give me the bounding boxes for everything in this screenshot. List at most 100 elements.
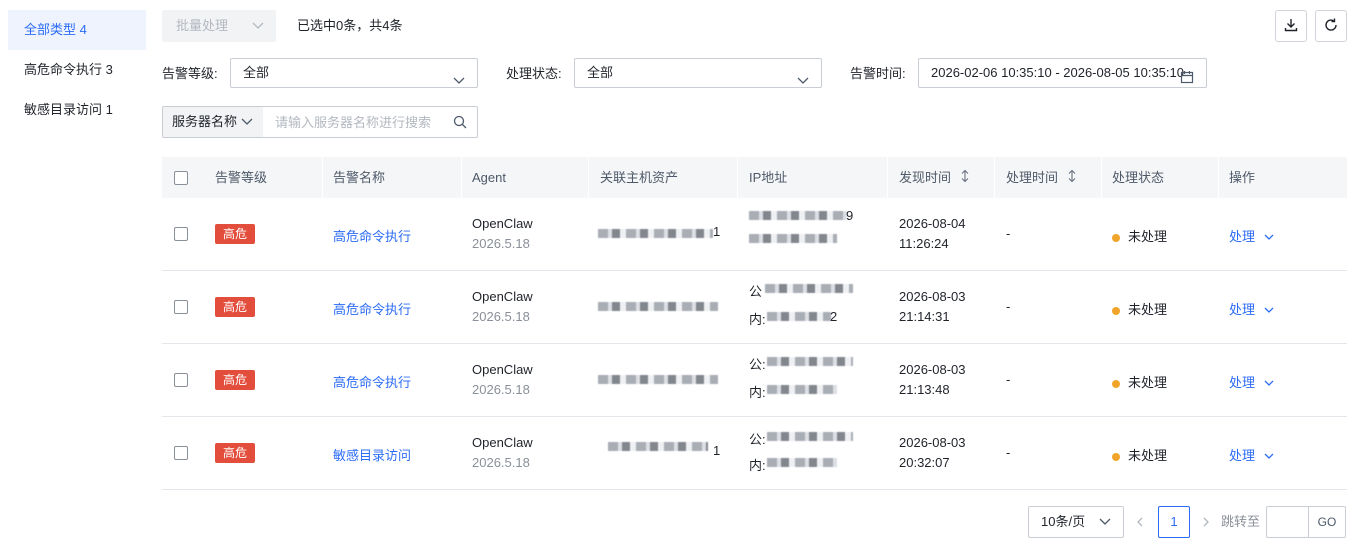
redacted-ip [749,234,837,243]
chevron-down-icon [241,107,253,148]
table-row: 高危 高危命令执行 OpenClaw 2026.5.18 1 9 2026-08… [162,198,1347,271]
header-agent: Agent [472,170,506,185]
row-checkbox[interactable] [174,300,188,314]
chevron-down-icon [797,68,809,96]
time-range-picker[interactable]: 2026-02-06 10:35:10 - 2026-08-05 10:35:1… [918,58,1207,88]
status-cell: 未处理 [1112,372,1167,391]
table-row: 高危 高危命令执行 OpenClaw 2026.5.18 公 内: 2 2026… [162,271,1347,344]
header-found-time-label: 发现时间 [899,170,952,185]
status-text: 未处理 [1128,448,1168,463]
server-search-input[interactable] [263,107,448,137]
select-all-checkbox[interactable] [174,171,188,185]
next-page-icon[interactable] [1202,506,1210,550]
chevron-down-icon [1259,302,1274,317]
column-divider [322,157,323,198]
redacted-ip [765,284,853,293]
ip-private-label: 内: [749,312,766,327]
column-divider [994,157,995,198]
handle-action-label: 处理 [1229,448,1256,463]
ip-public-label: 公: [749,357,766,372]
alert-name-link[interactable]: 高危命令执行 [333,299,411,318]
jump-page-input[interactable] [1266,506,1308,538]
chevron-down-icon [252,10,264,54]
column-divider [887,157,888,198]
app-root: 全部类型 4 高危命令执行 3 敏感目录访问 1 批量处理 已选中0条，共4条 [0,0,1360,554]
redacted-ip [767,385,837,394]
row-checkbox[interactable] [174,373,188,387]
handle-action-button[interactable]: 处理 [1229,226,1274,245]
search-icon[interactable] [453,115,467,132]
column-divider [588,157,589,198]
batch-action-button[interactable]: 批量处理 [162,10,276,42]
server-search-group: 服务器名称 [162,106,478,138]
status-filter-select[interactable]: 全部 [574,58,822,88]
calendar-icon [1180,66,1194,94]
jump-label: 跳转至 [1221,514,1261,529]
agent-name: OpenClaw [472,435,533,450]
page-size-select[interactable]: 10条/页 [1028,506,1124,538]
handle-action-label: 处理 [1229,302,1256,317]
agent-version: 2026.5.18 [472,309,530,324]
found-date: 2026-08-03 [899,435,966,450]
alert-name-link[interactable]: 高危命令执行 [333,372,411,391]
page-number[interactable]: 1 [1158,506,1190,538]
agent-name: OpenClaw [472,289,533,304]
ip-public-label: 公 [749,284,763,299]
ip-public-label: 公: [749,432,766,447]
redacted-ip [767,458,837,467]
main-content: 批量处理 已选中0条，共4条 告警等级: 全部 处理状态: 全部 告警时间: 2… [162,0,1347,554]
refresh-icon [1323,17,1339,36]
handle-time: - [1006,372,1011,387]
sidebar-item-sensitive-dir[interactable]: 敏感目录访问 1 [8,90,146,130]
header-handle-time[interactable]: 处理时间 [1006,157,1076,198]
agent-name: OpenClaw [472,362,533,377]
redacted-ip [749,211,847,220]
prev-page-icon[interactable] [1136,506,1144,550]
status-text: 未处理 [1128,229,1168,244]
status-text: 未处理 [1128,375,1168,390]
redacted-host [598,229,713,238]
handle-action-button[interactable]: 处理 [1229,299,1274,318]
status-filter-value: 全部 [587,65,614,80]
chevron-down-icon [1259,229,1274,244]
sidebar: 全部类型 4 高危命令执行 3 敏感目录访问 1 [8,10,146,130]
header-ip: IP地址 [749,170,788,185]
host-tail: 1 [713,224,721,239]
chevron-down-icon [1259,448,1274,463]
refresh-button[interactable] [1315,10,1347,42]
handle-action-button[interactable]: 处理 [1229,445,1274,464]
page-size-value: 10条/页 [1041,514,1086,529]
level-filter-select[interactable]: 全部 [230,58,478,88]
sort-icon[interactable] [961,158,969,199]
redacted-host [598,375,718,384]
sort-icon[interactable] [1068,158,1076,199]
alert-name-link[interactable]: 高危命令执行 [333,226,411,245]
handle-action-button[interactable]: 处理 [1229,372,1274,391]
status-dot [1112,233,1120,242]
found-date: 2026-08-03 [899,289,966,304]
sidebar-item-all[interactable]: 全部类型 4 [8,10,146,50]
header-found-time[interactable]: 发现时间 [899,157,969,198]
table-row: 高危 敏感目录访问 OpenClaw 2026.5.18 1 公: 内: 202… [162,417,1347,490]
download-icon [1283,17,1299,36]
column-divider [1218,157,1219,198]
agent-version: 2026.5.18 [472,236,530,251]
redacted-ip [767,357,853,366]
go-button[interactable]: GO [1308,506,1346,538]
table-row: 高危 高危命令执行 OpenClaw 2026.5.18 公: 内: 2026-… [162,344,1347,417]
header-name: 告警名称 [333,170,386,185]
header-handle-time-label: 处理时间 [1006,170,1059,185]
chevron-down-icon [1099,507,1111,548]
download-button[interactable] [1275,10,1307,42]
handle-time: - [1006,299,1011,314]
alert-name-link[interactable]: 敏感目录访问 [333,445,411,464]
sidebar-item-high-risk-command[interactable]: 高危命令执行 3 [8,50,146,90]
header-host: 关联主机资产 [600,170,679,185]
row-checkbox[interactable] [174,446,188,460]
column-divider [461,157,462,198]
search-type-select[interactable]: 服务器名称 [163,107,263,137]
level-badge: 高危 [215,443,255,463]
row-checkbox[interactable] [174,227,188,241]
ip-private-label: 内: [749,458,766,473]
agent-version: 2026.5.18 [472,455,530,470]
